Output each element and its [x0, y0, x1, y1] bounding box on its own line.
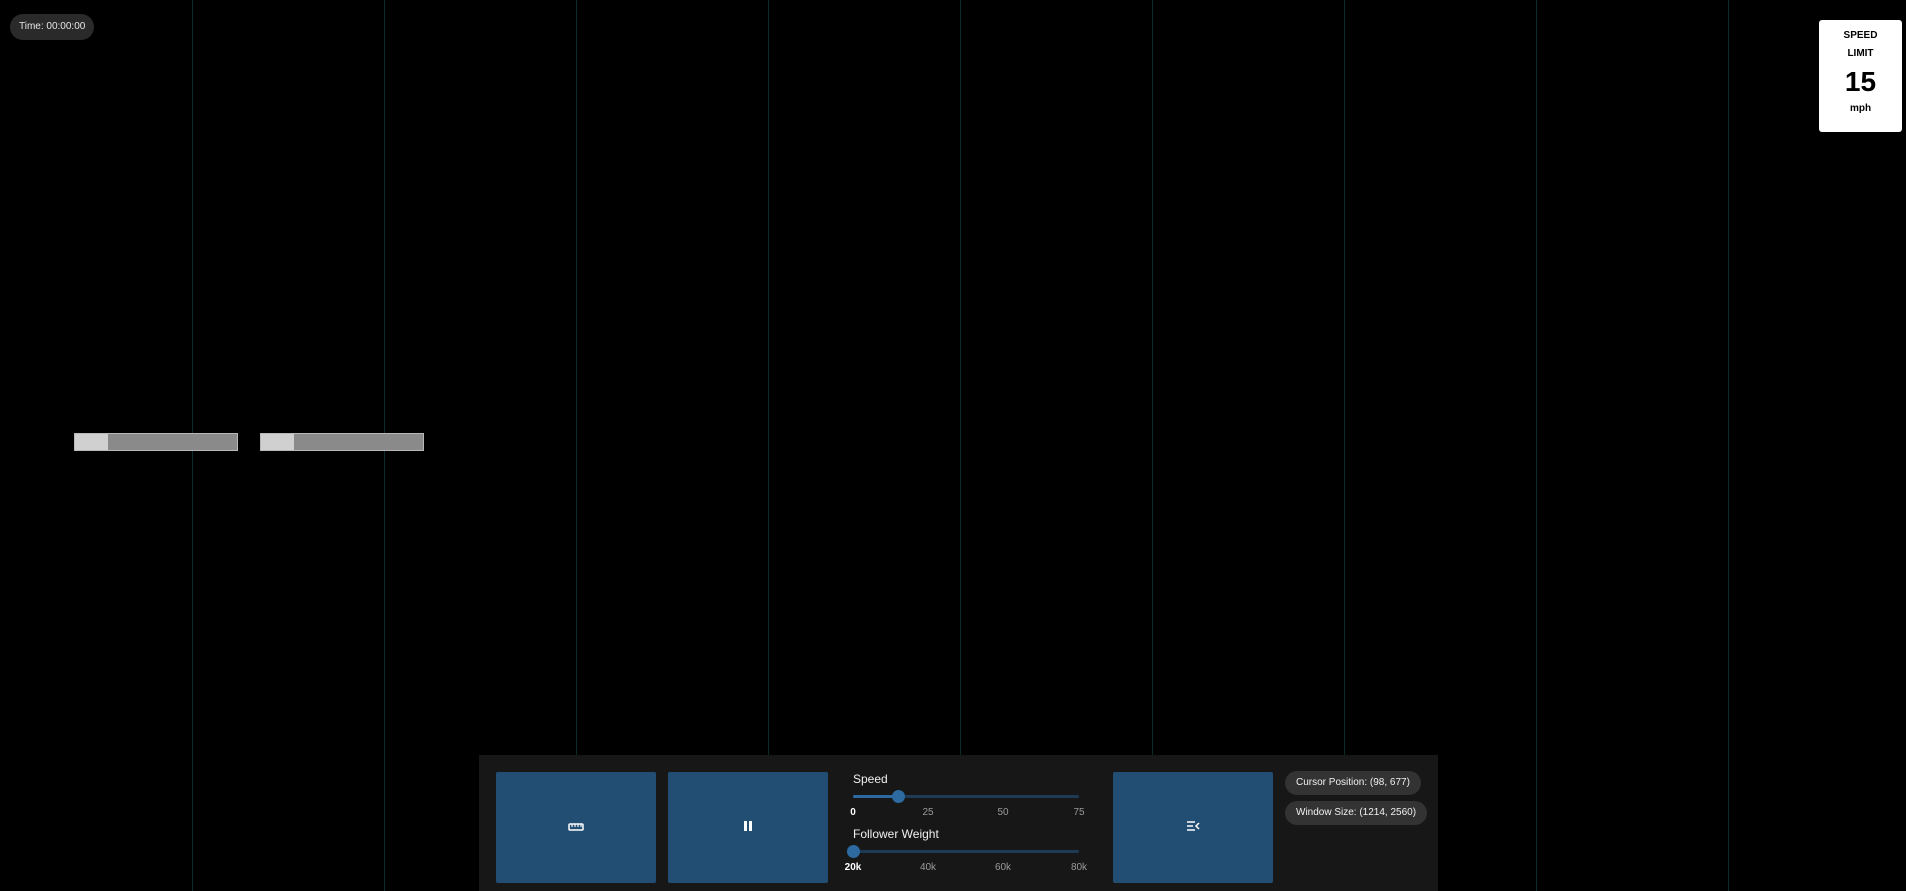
time-display: Time: 00:00:00: [10, 14, 95, 40]
weight-tick: 20k: [844, 862, 862, 873]
speed-slider-group: Speed 0 25 50 75: [850, 772, 1088, 822]
weight-tick: 80k: [1070, 862, 1088, 873]
speed-tick: 75: [1073, 807, 1085, 818]
weight-tick: 60k: [994, 862, 1012, 873]
gridline: [1536, 0, 1537, 891]
control-panel: Speed 0 25 50 75 Follower Weight 20k 40k…: [479, 755, 1438, 891]
speed-limit-sign: SPEED LIMIT 15 mph: [1819, 20, 1902, 132]
weight-slider-thumb[interactable]: [847, 845, 860, 858]
window-size-badge: Window Size: (1214, 2560): [1285, 801, 1428, 825]
speed-slider-track[interactable]: [853, 790, 1079, 803]
weight-slider-label: Follower Weight: [853, 827, 939, 841]
vehicle-cab: [261, 434, 294, 450]
speed-tick: 0: [850, 807, 856, 818]
cursor-position-badge: Cursor Position: (98, 677): [1285, 771, 1421, 795]
weight-slider-group: Follower Weight 20k 40k 60k 80k: [845, 827, 1088, 882]
ruler-button[interactable]: [496, 772, 656, 883]
speed-limit-title: SPEED LIMIT: [1843, 30, 1878, 59]
pause-button[interactable]: [668, 772, 828, 883]
follower-vehicle: [74, 433, 238, 451]
speed-tick: 25: [922, 807, 934, 818]
gridline: [1728, 0, 1729, 891]
leader-vehicle: [260, 433, 424, 451]
menu-collapse-icon: [1186, 819, 1200, 837]
speed-limit-unit: mph: [1849, 103, 1872, 114]
weight-tick: 40k: [919, 862, 937, 873]
speed-slider-thumb[interactable]: [892, 790, 906, 803]
ruler-icon: [568, 819, 584, 837]
speed-tick: 50: [997, 807, 1009, 818]
vehicle-cab: [75, 434, 108, 450]
speed-limit-value: 15: [1844, 66, 1877, 97]
pause-icon: [742, 819, 754, 837]
menu-collapse-button[interactable]: [1113, 772, 1273, 883]
speed-slider-label: Speed: [853, 772, 888, 786]
weight-slider-track[interactable]: [847, 845, 1079, 858]
